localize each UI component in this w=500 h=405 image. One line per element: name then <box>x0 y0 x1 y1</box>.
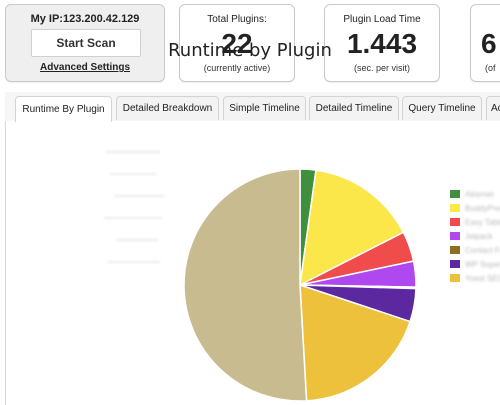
legend-swatch <box>450 190 460 198</box>
legend-item-6[interactable]: WP Super Cache <box>450 257 500 271</box>
chart-legend: Akismet BuddyPress Easy Table Jetpack Contac… <box>450 187 500 285</box>
legend-item-4[interactable]: Jetpack <box>450 229 500 243</box>
legend-swatch <box>450 246 460 254</box>
legend-swatch <box>450 204 460 212</box>
legend-item-5[interactable]: Contact Form <box>450 243 500 257</box>
legend-item-2[interactable]: BuddyPress <box>450 201 500 215</box>
pie-slices <box>183 168 417 402</box>
legend-swatch <box>450 274 460 282</box>
legend-label: WP Super Cache <box>465 259 500 269</box>
tab-runtime-by-plugin[interactable]: Runtime By Plugin <box>15 96 112 122</box>
legend-label: Jetpack <box>465 231 493 241</box>
legend-item-1[interactable]: Akismet <box>450 187 500 201</box>
legend-label: Akismet <box>465 189 494 199</box>
runtime-pie-chart <box>183 168 417 402</box>
legend-label: Contact Form <box>465 245 500 255</box>
legend-item-3[interactable]: Easy Table <box>450 215 500 229</box>
legend-label: BuddyPress <box>465 203 500 213</box>
legend-label: Easy Table <box>465 217 500 227</box>
legend-item-7[interactable]: Yoast SEO <box>450 271 500 285</box>
legend-swatch <box>450 218 460 226</box>
pie-slice-8[interactable] <box>183 168 308 402</box>
legend-swatch <box>450 232 460 240</box>
legend-label: Yoast SEO <box>465 273 500 283</box>
legend-swatch <box>450 260 460 268</box>
plugin-performance-page: My IP:123.200.42.129 Start Scan Advanced… <box>0 0 500 405</box>
